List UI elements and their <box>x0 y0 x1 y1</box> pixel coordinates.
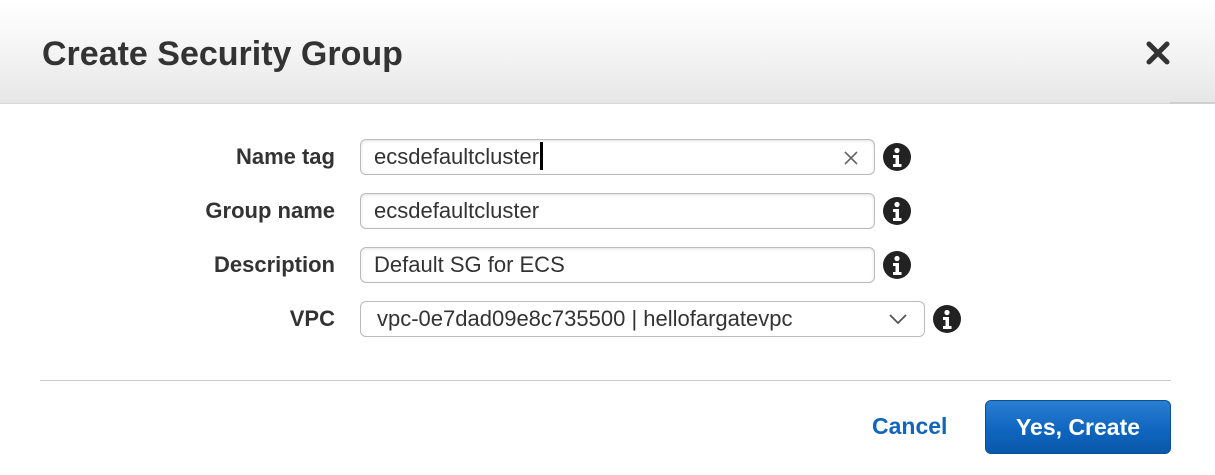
vpc-selected-value: vpc-0e7dad09e8c735500 | hellofargatevpc <box>377 306 793 331</box>
group-name-label: Group name <box>205 198 335 223</box>
dialog-header: Create Security Group <box>0 0 1215 104</box>
vpc-row: VPC vpc-0e7dad09e8c735500 | hellofargate… <box>0 301 1215 337</box>
group-name-row: Group name ecsdefaultcluster <box>0 193 1215 229</box>
name-tag-label: Name tag <box>235 144 335 169</box>
clear-icon[interactable] <box>842 149 860 167</box>
yes-create-button[interactable]: Yes, Create <box>985 400 1171 454</box>
close-button[interactable] <box>1141 36 1175 70</box>
chevron-down-icon <box>889 314 907 325</box>
name-tag-input[interactable]: ecsdefaultcluster <box>360 139 875 175</box>
info-icon[interactable] <box>882 196 912 226</box>
name-tag-value: ecsdefaultcluster <box>374 144 540 169</box>
create-security-group-dialog: Create Security Group Name tag ecsdefaul… <box>0 0 1215 475</box>
description-input[interactable]: Default SG for ECS <box>360 247 875 283</box>
name-tag-row: Name tag ecsdefaultcluster <box>0 139 1215 175</box>
info-icon[interactable] <box>882 250 912 280</box>
description-row: Description Default SG for ECS <box>0 247 1215 283</box>
dialog-title: Create Security Group <box>42 35 403 73</box>
header-divider <box>1170 102 1215 104</box>
group-name-value: ecsdefaultcluster <box>374 198 540 223</box>
text-caret <box>540 142 544 171</box>
vpc-select[interactable]: vpc-0e7dad09e8c735500 | hellofargatevpc <box>360 301 925 337</box>
description-label: Description <box>213 252 335 277</box>
info-icon[interactable] <box>882 142 912 172</box>
cancel-button[interactable]: Cancel <box>872 411 947 441</box>
close-icon <box>1146 41 1170 65</box>
info-icon[interactable] <box>932 304 962 334</box>
footer-divider <box>40 380 1171 381</box>
vpc-label: VPC <box>289 306 335 331</box>
group-name-input[interactable]: ecsdefaultcluster <box>360 193 875 229</box>
description-value: Default SG for ECS <box>374 252 565 277</box>
